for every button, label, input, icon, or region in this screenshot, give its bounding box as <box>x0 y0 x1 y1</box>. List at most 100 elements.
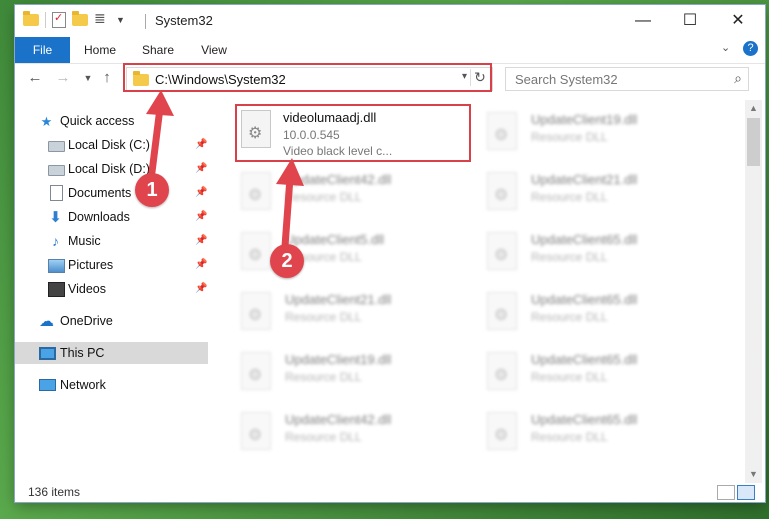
dll-file-icon: ⚙ <box>241 232 271 270</box>
toolbar-divider <box>45 12 46 28</box>
dll-file-icon: ⚙ <box>241 412 271 450</box>
pin-icon[interactable]: 📌 <box>195 182 207 204</box>
nav-item-label: Documents <box>68 186 132 200</box>
scroll-down-icon[interactable]: ▼ <box>745 466 762 483</box>
new-folder-icon[interactable] <box>72 11 88 26</box>
nav-item-label: This PC <box>60 346 105 360</box>
tab-view[interactable]: View <box>193 37 235 63</box>
recent-locations-chevron-icon[interactable]: ▼ <box>78 68 98 88</box>
nav-item-local-disk-c[interactable]: Local Disk (C:) 📌 <box>15 134 208 156</box>
music-icon: ♪ <box>52 233 59 249</box>
callout-badge-1: 1 <box>135 173 169 207</box>
properties-check-icon[interactable] <box>52 11 66 28</box>
customize-toolbar-icon[interactable] <box>94 10 110 27</box>
gear-icon: ⚙ <box>248 187 263 204</box>
nav-item-this-pc[interactable]: This PC <box>15 342 208 364</box>
file-type: Resource DLL <box>531 190 608 204</box>
file-name: UpdateClient19.dll <box>531 112 638 127</box>
file-tile[interactable]: ⚙ UpdateClient21.dll Resource DLL <box>479 166 719 222</box>
file-tile[interactable]: ⚙ UpdateClient65.dll Resource DLL <box>479 286 719 342</box>
file-tile[interactable]: ⚙ UpdateClient21.dll Resource DLL <box>233 286 473 342</box>
nav-item-label: Music <box>68 234 101 248</box>
nav-item-music[interactable]: ♪ Music 📌 <box>15 230 208 252</box>
nav-item-videos[interactable]: Videos 📌 <box>15 278 208 300</box>
nav-item-label: Local Disk (D:) <box>68 162 150 176</box>
file-name: UpdateClient65.dll <box>531 232 638 247</box>
dll-file-icon: ⚙ <box>487 172 517 210</box>
address-dropdown-icon[interactable]: ▾ <box>462 71 467 82</box>
gear-icon: ⚙ <box>248 367 263 384</box>
close-button[interactable]: ✕ <box>715 5 761 36</box>
downloads-icon: ⬇ <box>49 209 62 226</box>
file-type: Resource DLL <box>531 310 608 324</box>
file-tile[interactable]: ⚙ UpdateClient65.dll Resource DLL <box>479 406 719 462</box>
file-tile-videolumaadj[interactable]: ⚙ videolumaadj.dll 10.0.0.545 Video blac… <box>211 104 471 162</box>
nav-item-pictures[interactable]: Pictures 📌 <box>15 254 208 276</box>
file-name: UpdateClient65.dll <box>531 292 638 307</box>
tab-home[interactable]: Home <box>77 37 123 63</box>
pictures-icon <box>48 259 65 273</box>
file-tile[interactable]: ⚙ UpdateClient19.dll Resource DLL <box>479 106 719 162</box>
gear-icon: ⚙ <box>248 125 263 142</box>
onedrive-icon: ☁ <box>39 313 54 330</box>
nav-item-downloads[interactable]: ⬇ Downloads 📌 <box>15 206 208 228</box>
search-icon[interactable]: ⌕ <box>734 70 742 87</box>
scroll-thumb[interactable] <box>747 118 760 166</box>
file-type: Resource DLL <box>285 370 362 384</box>
ribbon-expand-icon[interactable]: ⌄ <box>721 41 730 54</box>
forward-button[interactable]: → <box>53 68 73 88</box>
tab-file[interactable]: File <box>15 37 70 63</box>
refresh-icon[interactable]: ↻ <box>470 69 489 86</box>
file-tile[interactable]: ⚙ UpdateClient65.dll Resource DLL <box>479 226 719 282</box>
address-bar[interactable]: C:\Windows\System32 ▾ ↻ <box>123 63 493 92</box>
nav-item-quick-access[interactable]: ★ Quick access <box>15 110 208 132</box>
file-tile[interactable]: ⚙ UpdateClient42.dll Resource DLL <box>233 406 473 462</box>
file-tile[interactable]: ⚙ UpdateClient19.dll Resource DLL <box>233 346 473 402</box>
nav-item-onedrive[interactable]: ☁ OneDrive <box>15 310 208 332</box>
nav-item-local-disk-d[interactable]: Local Disk (D:) 📌 <box>15 158 208 180</box>
back-button[interactable]: ← <box>25 68 45 88</box>
nav-item-network[interactable]: Network <box>15 374 208 396</box>
pin-icon[interactable]: 📌 <box>195 254 207 276</box>
dll-file-icon: ⚙ <box>241 352 271 390</box>
star-icon: ★ <box>40 114 53 129</box>
file-type: Resource DLL <box>285 430 362 444</box>
pin-icon[interactable]: 📌 <box>195 278 207 300</box>
dll-file-icon: ⚙ <box>487 412 517 450</box>
up-button[interactable]: ↑ <box>97 68 117 88</box>
nav-item-label: Local Disk (C:) <box>68 138 150 152</box>
file-tile[interactable]: ⚙ UpdateClient5.dll Resource DLL <box>233 226 473 282</box>
nav-item-documents[interactable]: Documents 📌 <box>15 182 208 204</box>
pin-icon[interactable]: 📌 <box>195 134 207 156</box>
this-pc-icon <box>39 347 56 360</box>
chevron-down-icon[interactable]: ▼ <box>116 15 125 25</box>
pin-icon[interactable]: 📌 <box>195 230 207 252</box>
minimize-button[interactable]: — <box>620 5 666 36</box>
quick-access-toolbar: ▼ <box>23 10 125 28</box>
maximize-button[interactable]: ☐ <box>667 5 713 36</box>
file-type: Resource DLL <box>531 250 608 264</box>
tab-share[interactable]: Share <box>135 37 181 63</box>
nav-item-label: Downloads <box>68 210 130 224</box>
help-icon[interactable]: ? <box>743 41 758 56</box>
details-view-icon[interactable] <box>717 485 735 500</box>
scroll-up-icon[interactable]: ▲ <box>745 100 762 117</box>
navigation-pane: ★ Quick access Local Disk (C:) 📌 Local D… <box>15 100 210 480</box>
item-count: 136 items <box>28 485 81 499</box>
dll-file-icon: ⚙ <box>487 292 517 330</box>
gear-icon: ⚙ <box>248 247 263 264</box>
vertical-scrollbar[interactable]: ▲ ▼ <box>745 100 762 483</box>
file-tile[interactable]: ⚙ UpdateClient65.dll Resource DLL <box>479 346 719 402</box>
search-input[interactable]: Search System32 ⌕ <box>505 67 749 91</box>
tiles-view-icon[interactable] <box>737 485 755 500</box>
nav-item-label: OneDrive <box>60 314 113 328</box>
explorer-window: ▼ System32 — ☐ ✕ File Home Share View ⌄ … <box>15 5 765 502</box>
nav-item-label: Quick access <box>60 114 135 128</box>
network-icon <box>39 379 56 391</box>
pin-icon[interactable]: 📌 <box>195 206 207 228</box>
pin-icon[interactable]: 📌 <box>195 158 207 180</box>
file-name: UpdateClient65.dll <box>531 412 638 427</box>
file-list: ⚙ videolumaadj.dll 10.0.0.545 Video blac… <box>211 100 745 480</box>
file-tile[interactable]: ⚙ UpdateClient42.dll Resource DLL <box>233 166 473 222</box>
address-path[interactable]: C:\Windows\System32 <box>155 72 286 87</box>
